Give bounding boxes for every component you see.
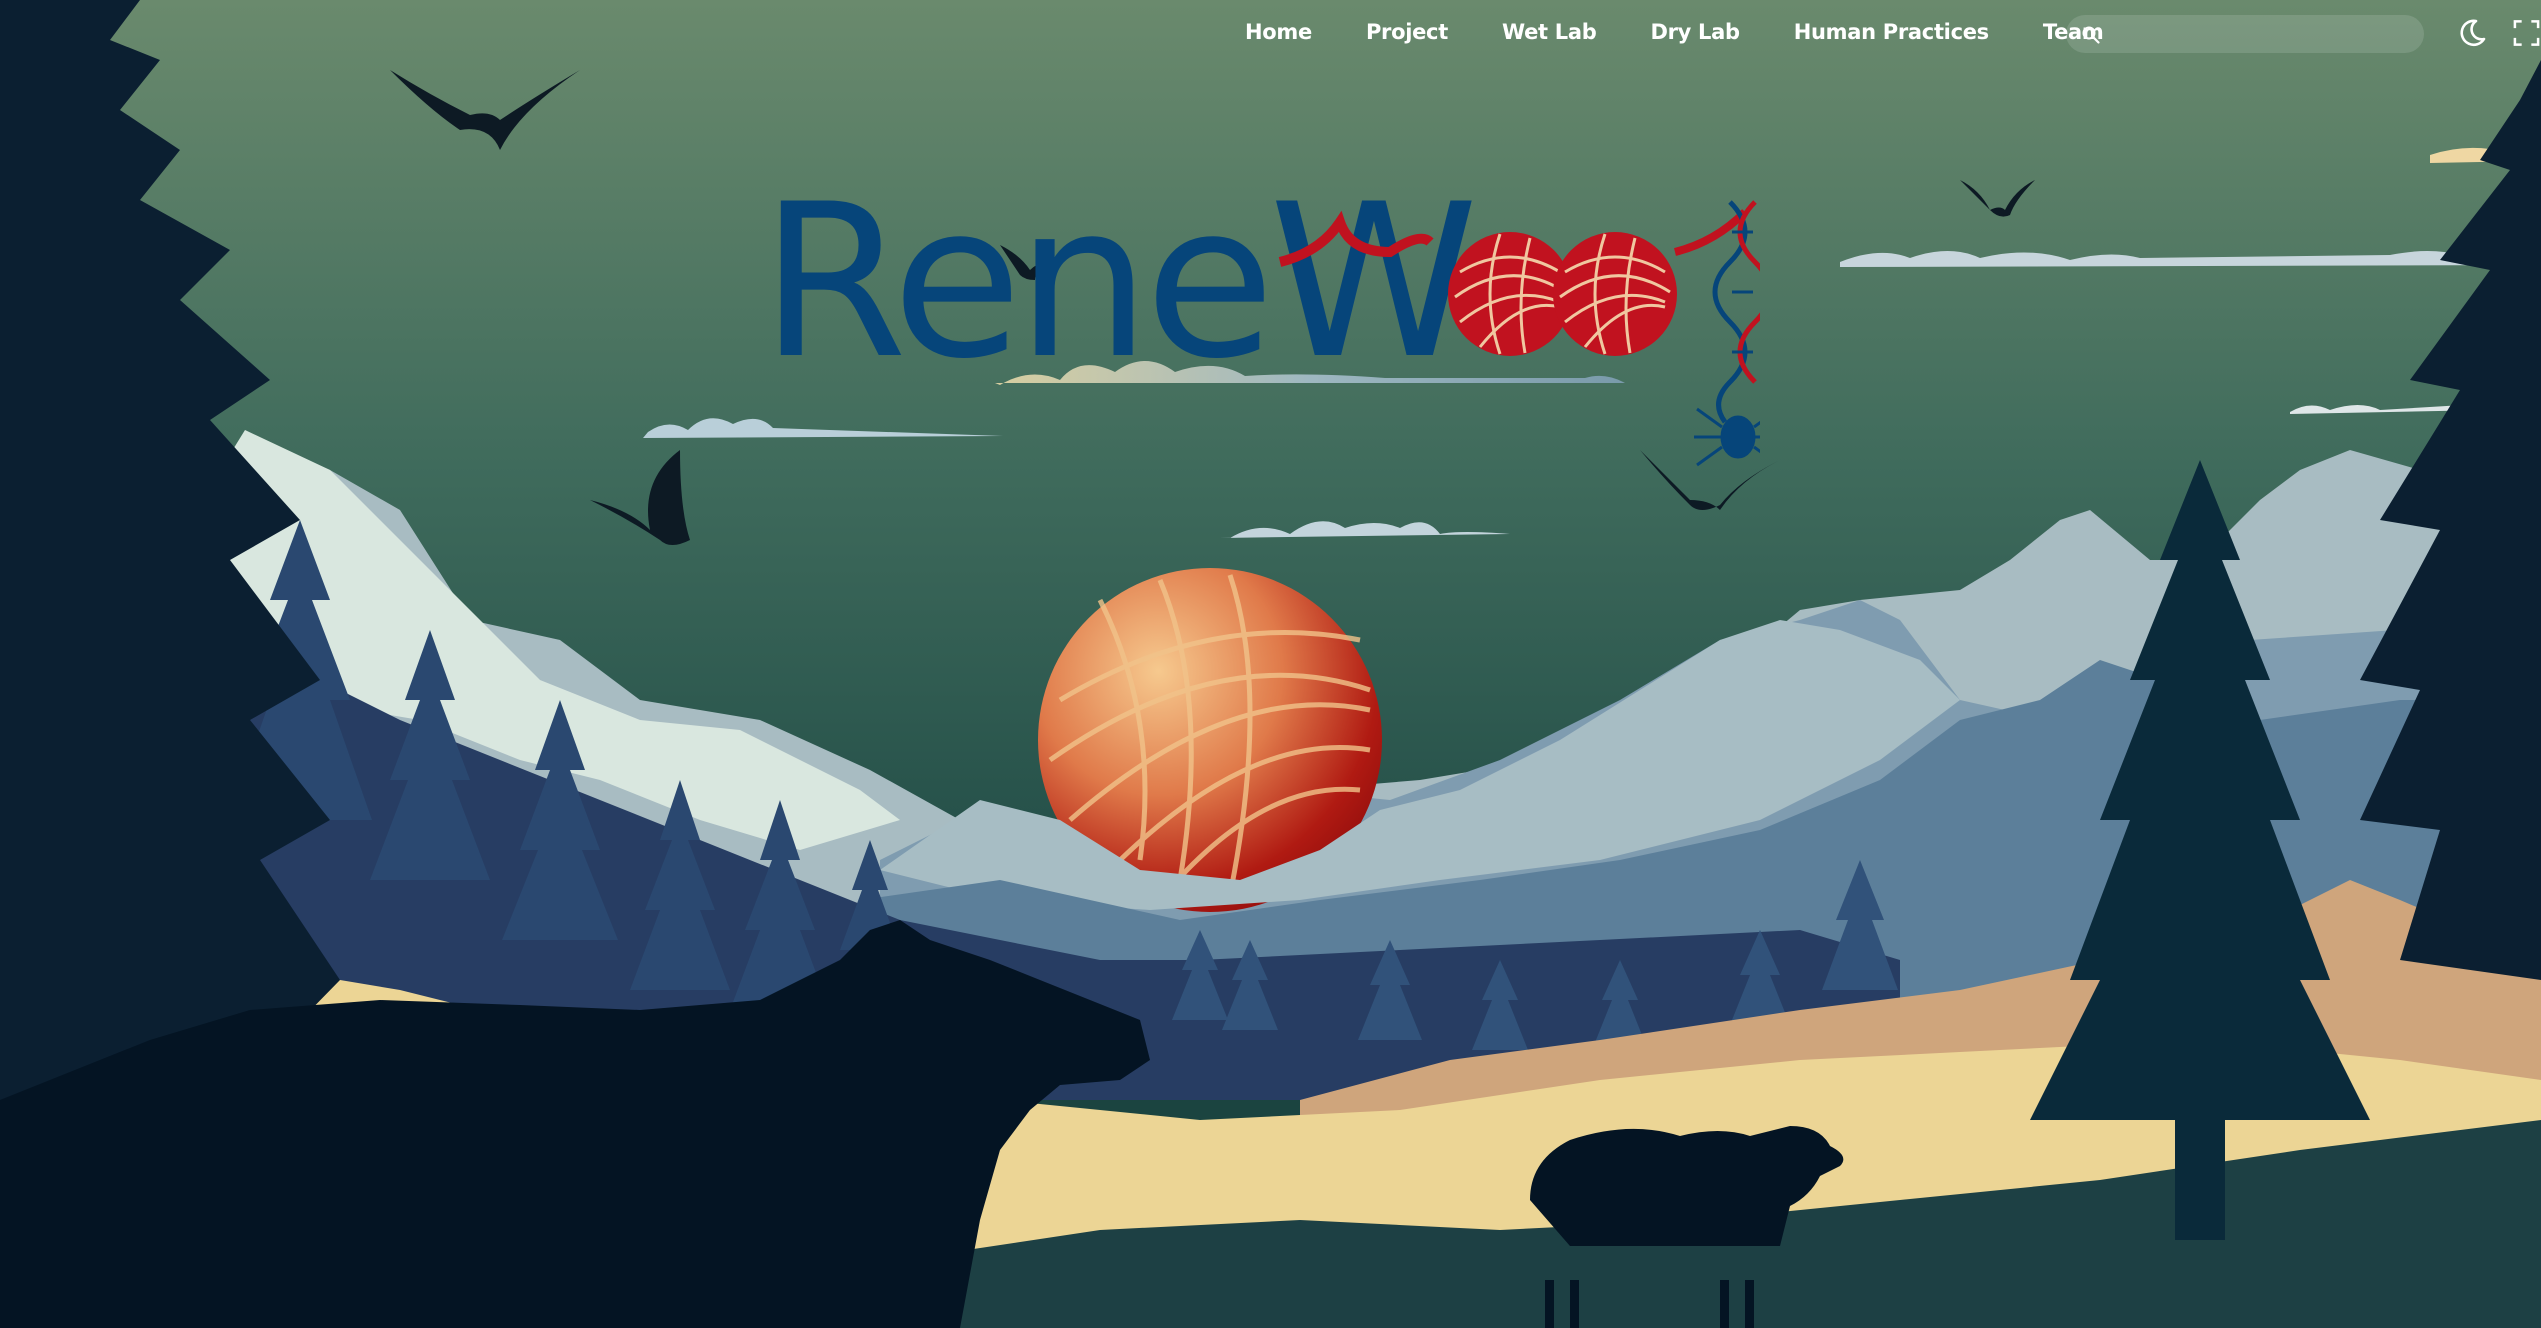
nav-links: Home Project Wet Lab Dry Lab Human Pract… — [1245, 0, 2104, 64]
yarn-ball-o-icon — [1553, 232, 1677, 356]
nav-project-link[interactable]: Project — [1366, 20, 1448, 44]
nav-wet-lab-link[interactable]: Wet Lab — [1502, 20, 1597, 44]
nav-human-practices-link[interactable]: Human Practices — [1794, 20, 1989, 44]
nav-home-link[interactable]: Home — [1245, 20, 1312, 44]
logo-yarn-dna-graphic — [1278, 200, 1760, 467]
renewool-logo: ReneW — [760, 162, 1760, 467]
nav-dry-lab-link[interactable]: Dry Lab — [1650, 20, 1740, 44]
moon-icon — [2460, 19, 2486, 47]
theme-toggle-button[interactable] — [2455, 16, 2489, 50]
search-input[interactable] — [2110, 15, 2410, 53]
search-box[interactable] — [2066, 15, 2424, 53]
fullscreen-icon — [2513, 20, 2540, 46]
spider-icon — [1694, 407, 1760, 467]
top-navigation: Home Project Wet Lab Dry Lab Human Pract… — [0, 0, 2541, 64]
fullscreen-button[interactable] — [2512, 18, 2541, 48]
search-icon — [2082, 26, 2100, 44]
